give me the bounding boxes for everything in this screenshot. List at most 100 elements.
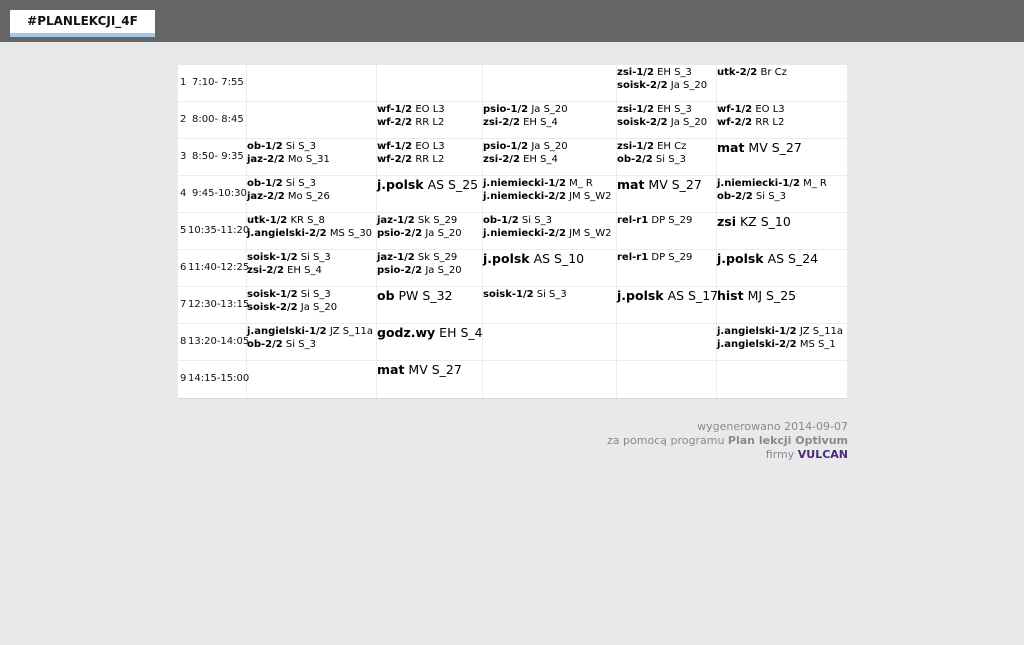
lesson-entry[interactable]: wf-2/2 RR L2 xyxy=(377,116,445,129)
teacher-room: Mo S_31 xyxy=(284,154,330,165)
subject-name: j.angielski-2/2 xyxy=(717,339,797,350)
lesson-entry[interactable]: psio-2/2 Ja S_20 xyxy=(377,264,462,277)
lesson-entry[interactable]: rel-r1 DP S_29 xyxy=(617,214,692,227)
lesson-entry[interactable]: ob-1/2 Si S_3 xyxy=(483,214,611,227)
lesson-entry[interactable]: j.angielski-1/2 JZ S_11a xyxy=(717,325,843,338)
lesson-entry[interactable]: zsi-1/2 EH S_3 xyxy=(617,103,707,116)
teacher-room: JZ S_11a xyxy=(326,326,373,337)
lesson-entry[interactable]: wf-2/2 RR L2 xyxy=(377,153,445,166)
subject-name: mat xyxy=(617,177,645,192)
lesson-entry[interactable]: zsi-2/2 EH S_4 xyxy=(483,153,568,166)
lesson-entry[interactable]: j.angielski-2/2 MS S_1 xyxy=(717,338,843,351)
teacher-room: Br Cz xyxy=(757,67,787,78)
lesson-entry[interactable]: j.polsk AS S_17 xyxy=(617,288,718,303)
lesson-entry[interactable]: j.niemiecki-1/2 M_ R xyxy=(717,177,827,190)
lesson-entry[interactable]: mat MV S_27 xyxy=(717,140,802,155)
row-divider xyxy=(178,360,847,361)
lesson-time-label: 8 13:20-14:05 xyxy=(178,336,250,348)
teacher-room: AS S_25 xyxy=(423,177,479,192)
lesson-entry[interactable]: ob-2/2 Si S_3 xyxy=(247,338,373,351)
company-name[interactable]: VULCAN xyxy=(798,448,848,461)
lesson-entry[interactable]: utk-1/2 KR S_8 xyxy=(247,214,372,227)
subject-name: ob-1/2 xyxy=(247,178,283,189)
lesson-entry[interactable]: soisk-2/2 Ja S_20 xyxy=(247,301,337,314)
lesson-cell: psio-1/2 Ja S_20 zsi-2/2 EH S_4 xyxy=(483,103,568,129)
lesson-entry[interactable]: ob-2/2 Si S_3 xyxy=(617,153,686,166)
subject-name: soisk-2/2 xyxy=(247,302,298,313)
lesson-entry[interactable]: godz.wy EH S_4 xyxy=(377,325,483,340)
lesson-cell: rel-r1 DP S_29 xyxy=(617,251,692,264)
teacher-room: EO L3 xyxy=(412,104,445,115)
lesson-entry[interactable]: jaz-1/2 Sk S_29 xyxy=(377,251,462,264)
subject-name: zsi-2/2 xyxy=(483,117,520,128)
program-name[interactable]: Plan lekcji Optivum xyxy=(728,434,848,447)
lesson-entry[interactable]: zsi-1/2 EH Cz xyxy=(617,140,686,153)
subject-name: utk-2/2 xyxy=(717,67,758,78)
lesson-entry[interactable]: jaz-2/2 Mo S_26 xyxy=(247,190,330,203)
lesson-entry[interactable]: ob PW S_32 xyxy=(377,288,452,303)
lesson-entry[interactable]: psio-1/2 Ja S_20 xyxy=(483,140,568,153)
lesson-entry[interactable]: j.niemiecki-2/2 JM S_W2 xyxy=(483,190,611,203)
lesson-entry[interactable]: j.angielski-2/2 MS S_30 xyxy=(247,227,372,240)
lesson-entry[interactable]: zsi-2/2 EH S_4 xyxy=(483,116,568,129)
lesson-cell: zsi KZ S_10 xyxy=(717,214,791,229)
lesson-entry[interactable]: soisk-1/2 Si S_3 xyxy=(247,288,337,301)
top-bar: #PLANLEKCJI_4F xyxy=(0,0,1024,42)
lesson-number: 7 xyxy=(180,299,187,310)
lesson-cell: rel-r1 DP S_29 xyxy=(617,214,692,227)
lesson-entry[interactable]: soisk-2/2 Ja S_20 xyxy=(617,116,707,129)
lesson-entry[interactable]: wf-1/2 EO L3 xyxy=(377,103,445,116)
lesson-time: 11:40-12:25 xyxy=(188,262,250,273)
subject-name: ob-2/2 xyxy=(717,191,753,202)
lesson-entry[interactable]: ob-1/2 Si S_3 xyxy=(247,177,330,190)
lesson-entry[interactable]: soisk-1/2 Si S_3 xyxy=(247,251,331,264)
subject-name: rel-r1 xyxy=(617,215,649,226)
lesson-entry[interactable]: utk-2/2 Br Cz xyxy=(717,66,787,79)
lesson-entry[interactable]: ob-1/2 Si S_3 xyxy=(247,140,330,153)
lesson-entry[interactable]: zsi-2/2 EH S_4 xyxy=(247,264,331,277)
timetable-title-tab[interactable]: #PLANLEKCJI_4F xyxy=(10,10,155,37)
lesson-cell: j.polsk AS S_17 xyxy=(617,288,718,303)
lesson-entry[interactable]: zsi-1/2 EH S_3 xyxy=(617,66,707,79)
lesson-entry[interactable]: rel-r1 DP S_29 xyxy=(617,251,692,264)
lesson-entry[interactable]: wf-1/2 EO L3 xyxy=(377,140,445,153)
teacher-room: Ja S_20 xyxy=(422,265,462,276)
teacher-room: Ja S_20 xyxy=(667,80,708,91)
lesson-entry[interactable]: zsi KZ S_10 xyxy=(717,214,791,229)
footer: wygenerowano 2014-09-07 za pomocą progra… xyxy=(607,420,848,462)
lesson-entry[interactable]: jaz-1/2 Sk S_29 xyxy=(377,214,462,227)
lesson-entry[interactable]: j.polsk AS S_24 xyxy=(717,251,818,266)
lesson-entry[interactable]: wf-2/2 RR L2 xyxy=(717,116,785,129)
teacher-room: Sk S_29 xyxy=(414,252,458,263)
subject-name: utk-1/2 xyxy=(247,215,288,226)
generated-date: wygenerowano 2014-09-07 xyxy=(697,420,848,433)
lesson-entry[interactable]: j.angielski-1/2 JZ S_11a xyxy=(247,325,373,338)
lesson-entry[interactable]: jaz-2/2 Mo S_31 xyxy=(247,153,330,166)
lesson-entry[interactable]: j.niemiecki-2/2 JM S_W2 xyxy=(483,227,611,240)
subject-name: j.polsk xyxy=(717,251,764,266)
subject-name: ob-1/2 xyxy=(483,215,519,226)
lesson-entry[interactable]: soisk-1/2 Si S_3 xyxy=(483,288,567,301)
subject-name: jaz-2/2 xyxy=(247,191,285,202)
lesson-entry[interactable]: j.polsk AS S_25 xyxy=(377,177,478,192)
lesson-entry[interactable]: j.polsk AS S_10 xyxy=(483,251,584,266)
subject-name: hist xyxy=(717,288,744,303)
lesson-cell: soisk-1/2 Si S_3 soisk-2/2 Ja S_20 xyxy=(247,288,337,314)
lesson-entry[interactable]: psio-2/2 Ja S_20 xyxy=(377,227,462,240)
lesson-entry[interactable]: hist MJ S_25 xyxy=(717,288,796,303)
subject-name: jaz-1/2 xyxy=(377,252,415,263)
subject-name: godz.wy xyxy=(377,325,436,340)
lesson-entry[interactable]: j.niemiecki-1/2 M_ R xyxy=(483,177,611,190)
lesson-entry[interactable]: mat MV S_27 xyxy=(377,362,462,377)
lesson-time: 13:20-14:05 xyxy=(188,336,250,347)
subject-name: jaz-2/2 xyxy=(247,154,285,165)
lesson-number: 2 xyxy=(180,114,187,125)
subject-name: wf-1/2 xyxy=(717,104,753,115)
lesson-entry[interactable]: soisk-2/2 Ja S_20 xyxy=(617,79,707,92)
lesson-entry[interactable]: mat MV S_27 xyxy=(617,177,702,192)
lesson-entry[interactable]: ob-2/2 Si S_3 xyxy=(717,190,827,203)
lesson-cell: mat MV S_27 xyxy=(617,177,702,192)
lesson-entry[interactable]: psio-1/2 Ja S_20 xyxy=(483,103,568,116)
lesson-entry[interactable]: wf-1/2 EO L3 xyxy=(717,103,785,116)
subject-name: psio-2/2 xyxy=(377,228,423,239)
